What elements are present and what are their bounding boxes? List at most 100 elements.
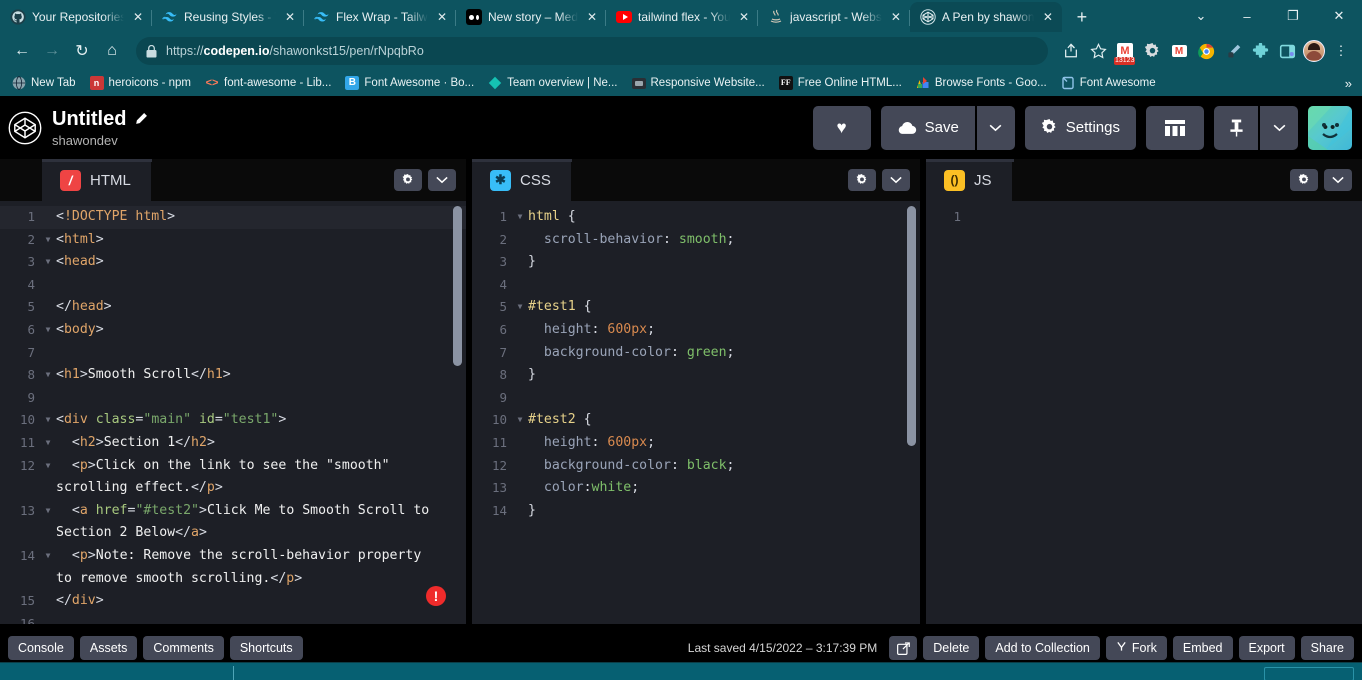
browser-tab[interactable]: tailwind flex - You ✕	[606, 2, 759, 32]
bookmark-item[interactable]: B Font Awesome · Bo...	[339, 73, 480, 93]
tab-close-icon[interactable]: ✕	[282, 9, 298, 25]
browser-tab[interactable]: javascript - Webs ✕	[758, 2, 910, 32]
bookmark-item[interactable]: New Tab	[6, 73, 82, 93]
statusbar-shortcuts-button[interactable]: Shortcuts	[229, 636, 303, 660]
pin-options-caret[interactable]	[1260, 105, 1298, 150]
gmail-icon[interactable]: M	[1166, 38, 1192, 64]
editor-scrollbar-html[interactable]	[453, 206, 462, 366]
fold-arrow-icon[interactable]: ▼	[40, 432, 56, 455]
user-avatar[interactable]: ••	[1308, 105, 1352, 150]
code-token: h1	[63, 367, 80, 383]
pane-tab-html[interactable]: / HTML	[42, 159, 151, 201]
love-button[interactable]: ♥	[812, 105, 871, 150]
fold-arrow-icon[interactable]: ▼	[40, 545, 56, 568]
statusbar-add-to-collection-button[interactable]: Add to Collection	[985, 636, 1100, 660]
npm-icon: n	[89, 76, 104, 90]
pane-settings-button-js[interactable]	[1290, 169, 1318, 191]
code-editor-js[interactable]: 1	[926, 201, 1362, 624]
gear-extension-icon[interactable]	[1139, 38, 1165, 64]
statusbar-comments-button[interactable]: Comments	[143, 636, 224, 660]
pen-author[interactable]: shawondev	[52, 133, 148, 148]
fold-arrow-icon[interactable]: ▼	[512, 206, 528, 229]
pane-collapse-button-css[interactable]	[882, 169, 910, 191]
bookmark-item[interactable]: Responsive Website...	[626, 73, 771, 93]
fold-arrow-icon[interactable]: ▼	[512, 296, 528, 319]
new-tab-button[interactable]: +	[1068, 3, 1096, 31]
bookmarks-overflow-button[interactable]: »	[1345, 76, 1356, 91]
pane-settings-button-css[interactable]	[848, 169, 876, 191]
gmail-extension-icon[interactable]: M 13123	[1112, 38, 1138, 65]
pin-button[interactable]	[1214, 105, 1258, 150]
browser-tab[interactable]: Flex Wrap - Tailwi ✕	[304, 2, 456, 32]
bookmark-star-icon[interactable]	[1085, 38, 1111, 64]
reload-button[interactable]: ↻	[68, 37, 96, 65]
close-window-button[interactable]: ✕	[1316, 0, 1362, 32]
statusbar-embed-button[interactable]: Embed	[1172, 636, 1233, 660]
chrome-menu-icon[interactable]: ⋮	[1328, 38, 1354, 64]
fold-arrow-icon[interactable]: ▼	[40, 500, 56, 523]
codepen-logo[interactable]	[8, 111, 42, 145]
home-button[interactable]: ⌂	[98, 37, 126, 65]
back-button[interactable]: ←	[8, 37, 36, 65]
fold-arrow-icon[interactable]: ▼	[40, 319, 56, 342]
pane-tab-js[interactable]: () JS	[926, 159, 1012, 201]
tailwind-icon	[314, 9, 330, 25]
tab-close-icon[interactable]: ✕	[130, 9, 146, 25]
tab-search-chevron-icon[interactable]: ⌄	[1178, 0, 1224, 32]
extensions-puzzle-icon[interactable]	[1247, 38, 1273, 64]
maximize-button[interactable]: ❐	[1270, 0, 1316, 32]
pane-collapse-button-js[interactable]	[1324, 169, 1352, 191]
chrome-icon[interactable]	[1193, 38, 1219, 64]
fold-arrow-icon[interactable]: ▼	[40, 251, 56, 274]
share-icon[interactable]	[1058, 38, 1084, 64]
tab-close-icon[interactable]: ✕	[736, 9, 752, 25]
tab-close-icon[interactable]: ✕	[888, 9, 904, 25]
pane-collapse-button-html[interactable]	[428, 169, 456, 191]
tab-close-icon[interactable]: ✕	[1040, 9, 1056, 25]
code-editor-css[interactable]: 1 ▼ html {2 scroll-behavior: smooth; 3} 4 5 ▼…	[472, 201, 920, 624]
bookmark-item[interactable]: Font Awesome	[1055, 73, 1162, 93]
code-editor-html[interactable]: 1 <!DOCTYPE html> 2 ▼ <html> 3 ▼ <head> 4 5 </hea…	[0, 201, 466, 624]
statusbar-delete-button[interactable]: Delete	[923, 636, 980, 660]
bookmark-item[interactable]: Browse Fonts - Goo...	[910, 73, 1053, 93]
statusbar-fork-button[interactable]: Fork	[1105, 636, 1167, 660]
fold-arrow-icon[interactable]: ▼	[40, 455, 56, 478]
statusbar-console-button[interactable]: Console	[8, 636, 74, 660]
settings-button[interactable]: Settings	[1024, 105, 1136, 150]
fold-arrow-icon[interactable]: ▼	[40, 364, 56, 387]
line-number: 4	[499, 276, 507, 292]
pane-tab-css[interactable]: ✱ CSS	[472, 159, 571, 201]
statusbar-assets-button[interactable]: Assets	[79, 636, 138, 660]
browser-tab[interactable]: Your Repositories ✕	[0, 2, 152, 32]
forward-button[interactable]: →	[38, 37, 66, 65]
bookmark-item[interactable]: n heroicons - npm	[84, 73, 197, 93]
tab-close-icon[interactable]: ✕	[584, 9, 600, 25]
eyedropper-icon[interactable]	[1220, 38, 1246, 64]
statusbar-export-button[interactable]: Export	[1238, 636, 1295, 660]
browser-tab-active[interactable]: A Pen by shawon ✕	[909, 2, 1062, 32]
save-button[interactable]: Save	[880, 105, 975, 150]
fold-arrow-icon[interactable]: ▼	[40, 409, 56, 432]
tab-close-icon[interactable]: ✕	[434, 9, 450, 25]
browser-tab[interactable]: Reusing Styles - T ✕	[152, 2, 304, 32]
bookmark-item[interactable]: FF Free Online HTML...	[773, 73, 908, 93]
pencil-icon[interactable]	[134, 112, 148, 126]
pane-settings-button-html[interactable]	[394, 169, 422, 191]
editor-error-badge[interactable]: !	[426, 586, 446, 606]
minimize-button[interactable]: –	[1224, 0, 1270, 32]
sidepanel-icon[interactable]	[1274, 38, 1300, 64]
change-view-button[interactable]	[1146, 105, 1204, 150]
fold-arrow-icon[interactable]: ▼	[40, 229, 56, 252]
fold-arrow-icon[interactable]: ▼	[512, 409, 528, 432]
bookmark-item[interactable]: <> font-awesome - Lib...	[199, 73, 337, 93]
bookmark-item[interactable]: Team overview | Ne...	[482, 73, 623, 93]
pen-title[interactable]: Untitled	[52, 108, 126, 131]
editor-scrollbar-css[interactable]	[907, 206, 916, 446]
address-bar[interactable]: https://codepen.io/shawonkst15/pen/rNpqb…	[136, 37, 1048, 65]
save-options-caret[interactable]	[976, 105, 1015, 150]
browser-tab[interactable]: New story – Med ✕	[456, 2, 607, 32]
statusbar-share-button[interactable]: Share	[1300, 636, 1354, 660]
open-external-button[interactable]	[889, 636, 918, 660]
profile-avatar[interactable]	[1301, 38, 1327, 64]
preview-iframe-strip[interactable]	[0, 662, 1362, 680]
